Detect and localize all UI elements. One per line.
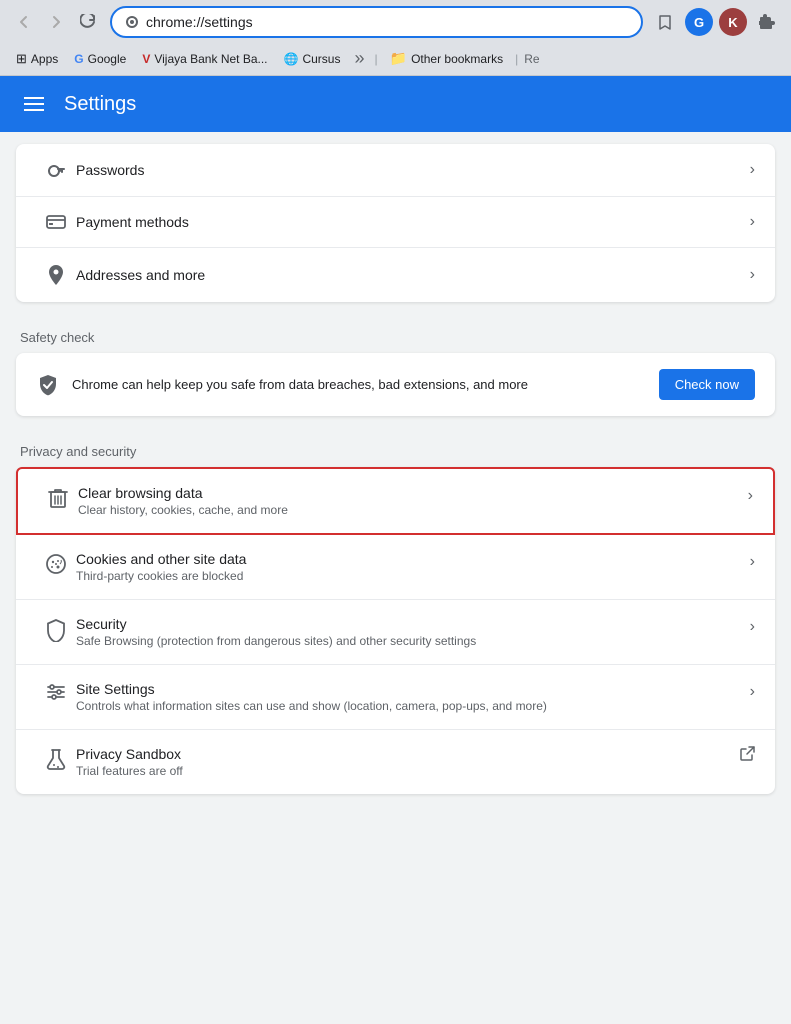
toolbar-actions: G K [651,8,781,36]
google-icon: G [74,52,83,66]
browser-toolbar: G K [0,0,791,44]
security-arrow: › [750,616,755,636]
apps-grid-icon: ⊞ [16,51,27,67]
cookies-content: Cookies and other site data Third-party … [76,551,750,583]
passwords-arrow: › [750,161,755,179]
trash-icon [38,485,78,509]
shield-outline-icon [36,616,76,642]
refresh-button[interactable] [74,8,102,36]
clear-browsing-desc: Clear history, cookies, cache, and more [78,503,748,517]
site-settings-desc: Controls what information sites can use … [76,699,750,713]
addresses-content: Addresses and more [76,267,750,283]
location-icon [36,264,76,286]
address-bar[interactable] [110,6,643,38]
settings-page: Settings Passwords › [0,76,791,794]
reading-list-label: Re [524,52,539,66]
clear-browsing-title: Clear browsing data [78,485,748,501]
bookmark-button[interactable] [651,8,679,36]
safety-check-card: Chrome can help keep you safe from data … [16,353,775,416]
site-security-icon [124,14,140,30]
other-bookmarks-label: Other bookmarks [411,52,503,66]
privacy-sandbox-title: Privacy Sandbox [76,746,739,762]
credit-card-icon [36,214,76,230]
check-now-button[interactable]: Check now [659,369,755,400]
security-title: Security [76,616,750,632]
clear-browsing-content: Clear browsing data Clear history, cooki… [78,485,748,517]
cookies-title: Cookies and other site data [76,551,750,567]
hamburger-line-2 [24,103,44,105]
flask-icon [36,746,76,772]
cookies-arrow: › [750,551,755,571]
payment-arrow: › [750,213,755,231]
autofill-card: Passwords › Payment methods › [16,144,775,302]
payment-title: Payment methods [76,214,750,230]
bookmarks-bar: ⊞ Apps G Google V Vijaya Bank Net Ba... … [0,44,791,76]
addresses-arrow: › [750,266,755,284]
profile-g-button[interactable]: G [685,8,713,36]
addresses-item[interactable]: Addresses and more › [16,248,775,302]
bookmarks-separator: | [375,52,378,66]
passwords-item[interactable]: Passwords › [16,144,775,197]
external-link-icon [739,746,755,762]
hamburger-line-3 [24,109,44,111]
hamburger-menu[interactable] [20,93,48,115]
hamburger-line-1 [24,97,44,99]
clear-browsing-item[interactable]: Clear browsing data Clear history, cooki… [16,467,775,535]
key-icon [36,160,76,180]
settings-header: Settings [0,76,791,132]
apps-label: Apps [31,52,58,66]
forward-button[interactable] [42,8,70,36]
more-bookmarks-button[interactable]: » [350,48,368,69]
bookmark-apps[interactable]: ⊞ Apps [10,49,64,69]
privacy-sandbox-item[interactable]: Privacy Sandbox Trial features are off [16,730,775,794]
site-settings-item[interactable]: Site Settings Controls what information … [16,665,775,730]
privacy-sandbox-desc: Trial features are off [76,764,739,778]
cursus-label: Cursus [302,52,340,66]
extensions-button[interactable] [753,8,781,36]
site-settings-content: Site Settings Controls what information … [76,681,750,713]
back-button[interactable] [10,8,38,36]
shield-check-icon [36,373,60,397]
site-settings-arrow: › [750,681,755,701]
settings-title: Settings [64,93,136,116]
privacy-sandbox-content: Privacy Sandbox Trial features are off [76,746,739,778]
addresses-title: Addresses and more [76,267,750,283]
cookie-icon [36,551,76,575]
vijaya-label: Vijaya Bank Net Ba... [154,52,267,66]
privacy-security-section-label: Privacy and security [0,428,791,467]
google-label: Google [88,52,127,66]
cursus-globe-icon: 🌐 [284,52,299,66]
security-desc: Safe Browsing (protection from dangerous… [76,634,750,648]
safety-check-text: Chrome can help keep you safe from data … [72,377,647,392]
payment-methods-item[interactable]: Payment methods › [16,197,775,248]
bookmark-vijaya[interactable]: V Vijaya Bank Net Ba... [136,50,273,68]
nav-buttons [10,8,102,36]
browser-chrome: G K ⊞ Apps G Google V Vijaya Bank Net Ba… [0,0,791,76]
passwords-content: Passwords [76,162,750,178]
cookies-desc: Third-party cookies are blocked [76,569,750,583]
passwords-title: Passwords [76,162,750,178]
bookmark-other[interactable]: 📁 Other bookmarks [384,48,509,69]
cookies-item[interactable]: Cookies and other site data Third-party … [16,535,775,600]
folder-icon: 📁 [390,50,407,67]
security-content: Security Safe Browsing (protection from … [76,616,750,648]
bookmark-google[interactable]: G Google [68,50,132,68]
sliders-icon [36,681,76,701]
bookmarks-separator-2: | [515,52,518,66]
settings-content: Passwords › Payment methods › [0,144,791,794]
safety-check-section-label: Safety check [0,314,791,353]
safety-check-item: Chrome can help keep you safe from data … [16,353,775,416]
security-item[interactable]: Security Safe Browsing (protection from … [16,600,775,665]
privacy-card: Clear browsing data Clear history, cooki… [16,467,775,794]
vijaya-icon: V [142,52,150,66]
site-settings-title: Site Settings [76,681,750,697]
profile-k-button[interactable]: K [719,8,747,36]
clear-browsing-arrow: › [748,485,753,505]
bookmark-cursus[interactable]: 🌐 Cursus [278,50,347,68]
address-input[interactable] [146,14,629,30]
payment-content: Payment methods [76,214,750,230]
